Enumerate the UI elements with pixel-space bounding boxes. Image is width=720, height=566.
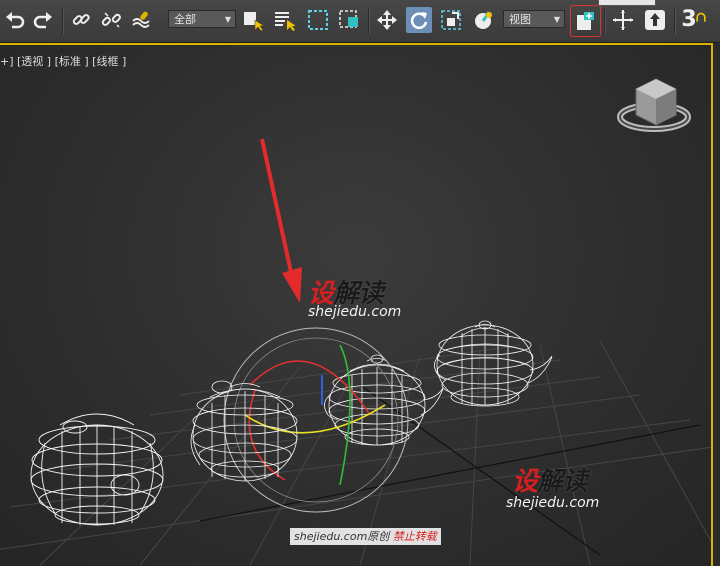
watermark-logo: 设解读 — [512, 461, 588, 498]
link-icon — [72, 14, 90, 25]
unlink-selection-button[interactable] — [98, 7, 124, 33]
undo-button[interactable] — [2, 7, 28, 33]
selection-filter-value: 全部 — [174, 13, 196, 26]
use-pivot-point-center-button[interactable] — [570, 5, 601, 37]
window-crossing-icon — [339, 10, 358, 28]
annotation-arrow — [260, 138, 302, 303]
select-by-name-icon — [275, 12, 295, 31]
watermark-brand-dark: 解读 — [537, 467, 588, 497]
selection-filter-dropdown[interactable]: 全部 ▼ — [168, 10, 236, 28]
perspective-viewport[interactable]: +] [透视 ] [标准 ] [线框 ] 设解读 shejiedu.com 设解… — [0, 43, 713, 566]
chevron-down-icon: ▼ — [553, 15, 560, 24]
select-and-rotate-button[interactable] — [406, 7, 432, 33]
select-and-place-button[interactable] — [471, 7, 497, 33]
move-icon — [377, 10, 397, 30]
copyright-site: shejiedu.com原创 — [294, 530, 390, 543]
copyright-warning: 禁止转载 — [392, 530, 437, 543]
teapot-wireframe — [30, 413, 164, 526]
select-and-scale-button[interactable] — [438, 7, 464, 33]
keyboard-shortcut-override-button[interactable] — [642, 7, 668, 33]
select-object-icon — [244, 12, 264, 31]
crosshair-icon — [613, 10, 633, 30]
toolbar-separator — [368, 8, 370, 34]
toolbar-separator — [62, 8, 64, 34]
select-manipulate-button[interactable] — [610, 7, 636, 33]
undo-icon — [6, 12, 25, 29]
watermark-url: shejiedu.com — [506, 495, 600, 511]
space-warp-icon — [132, 11, 150, 28]
pivot-center-icon — [576, 12, 594, 30]
scale-icon — [441, 10, 461, 30]
reference-coordinate-system-dropdown[interactable]: 视图 ▼ — [503, 10, 565, 28]
select-by-name-button[interactable] — [271, 7, 297, 33]
unlink-icon — [101, 12, 121, 28]
snaps-toggle-button[interactable]: 3 — [680, 7, 708, 33]
rect-selection-icon — [308, 10, 328, 30]
copyright-notice: shejiedu.com原创 禁止转载 — [290, 528, 441, 545]
place-icon — [475, 11, 492, 29]
rectangular-selection-region-button[interactable] — [305, 7, 331, 33]
rotate-icon — [410, 12, 428, 29]
chevron-down-icon: ▼ — [224, 15, 231, 24]
select-and-move-button[interactable] — [374, 7, 400, 33]
bind-to-space-warp-button[interactable] — [128, 7, 154, 33]
redo-button[interactable] — [30, 7, 56, 33]
watermark-brand-red: 设 — [512, 467, 538, 497]
coordinate-system-value: 视图 — [509, 13, 531, 26]
shortcut-override-icon — [645, 10, 665, 30]
watermark-url: shejiedu.com — [308, 304, 402, 320]
window-crossing-button[interactable] — [336, 7, 362, 33]
snap-magnet-icon — [696, 12, 706, 22]
view-cube[interactable] — [617, 78, 691, 132]
select-object-button[interactable] — [240, 7, 266, 33]
toolbar-separator — [604, 8, 606, 34]
toolbar-separator — [674, 8, 676, 34]
redo-icon — [33, 12, 52, 29]
main-toolbar: 全部 ▼ 视图 ▼ 3 — [0, 0, 720, 43]
select-and-link-button[interactable] — [68, 7, 94, 33]
panel-edge — [598, 0, 656, 6]
